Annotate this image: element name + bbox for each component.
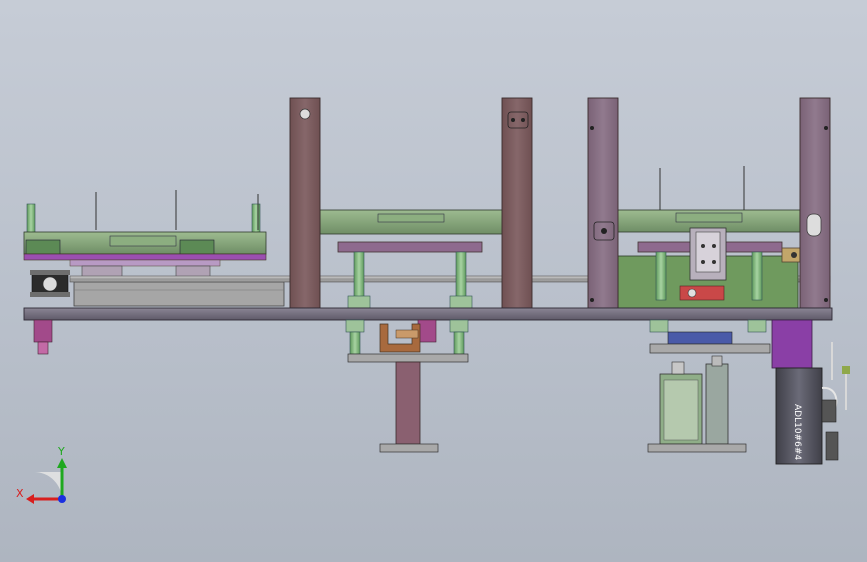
timing-pulley [30,270,70,297]
right-lift-mechanism [647,319,771,453]
servo-motor: ADL10#6#4 [771,319,850,465]
motor-label: ADL10#6#4 [792,404,802,460]
left-conveyor-assembly [23,190,285,307]
machine-drawing: ADL10#6#4 Y X [16,97,850,504]
z-axis-dot [58,495,66,503]
cad-viewport[interactable]: ADL10#6#4 Y X [0,0,867,562]
axis-triad: Y X [16,445,67,504]
right-gantry [615,166,827,309]
pneumatic-cylinder [659,361,703,445]
y-axis-label: Y [57,445,65,458]
center-gantry [319,209,505,309]
x-axis-label: X [16,487,24,500]
center-lift-mechanism [345,319,469,453]
